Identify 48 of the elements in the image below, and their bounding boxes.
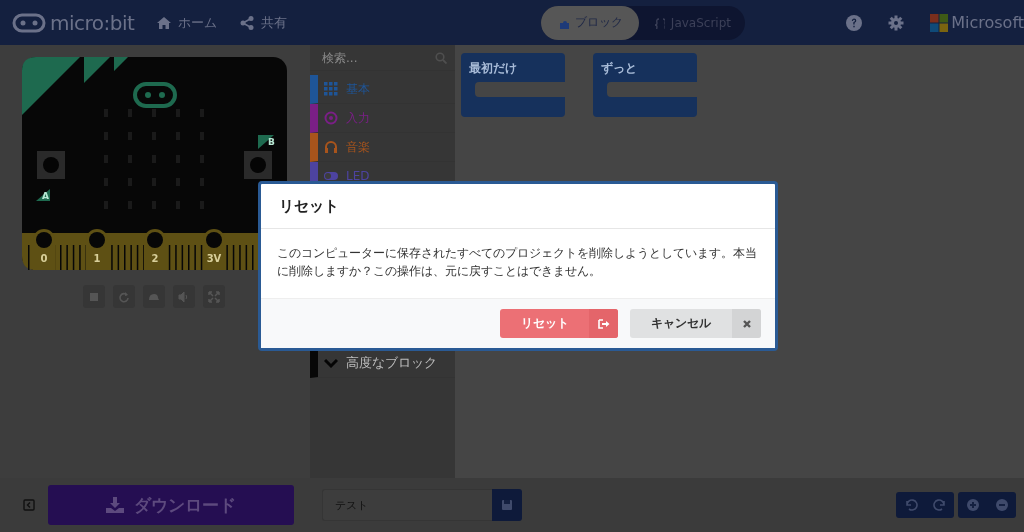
home-icon [156, 14, 173, 31]
cancel-button[interactable]: キャンセル [630, 309, 761, 338]
event-block[interactable]: 最初だけ [461, 53, 565, 117]
button-label: A [42, 191, 49, 201]
event-block[interactable]: ずっと [593, 53, 697, 117]
download-icon [106, 497, 124, 513]
fullscreen-icon [208, 290, 220, 303]
search-icon [435, 51, 447, 64]
pin-label: 1 [93, 253, 101, 264]
microsoft-link[interactable]: Microsoft [930, 13, 1024, 32]
braces-icon [652, 16, 665, 29]
save-button[interactable] [492, 489, 522, 521]
microbit-logo-icon [12, 12, 46, 33]
settings-icon[interactable] [888, 14, 905, 31]
speaker-button[interactable] [173, 285, 195, 308]
pin-label: 2 [151, 253, 159, 264]
stop-button[interactable] [83, 285, 105, 308]
save-icon [501, 499, 513, 511]
redo-icon [932, 498, 947, 512]
dialog-message: このコンピューターに保存されたすべてのプロジェクトを削除しようとしています。本当に削除しますか？この操作は、元に戻すことはできません。 [277, 245, 758, 280]
button-label: B [268, 137, 275, 147]
help-icon[interactable] [846, 14, 863, 31]
pin-label: 3V [206, 253, 222, 264]
zoom-in-icon [965, 498, 980, 512]
restart-icon [118, 290, 130, 303]
download-button[interactable]: ダウンロード [48, 485, 294, 525]
stop-icon [88, 290, 100, 303]
pin-label: 0 [40, 253, 48, 264]
slow-motion-button[interactable] [143, 285, 165, 308]
zoom-out-icon [994, 498, 1009, 512]
fullscreen-button[interactable] [203, 285, 225, 308]
undo-icon [903, 498, 918, 512]
search-field[interactable]: 検索... [320, 49, 435, 66]
close-icon [741, 318, 752, 329]
share-icon [239, 14, 256, 31]
reset-button[interactable]: リセット [500, 309, 618, 338]
speaker-icon [178, 290, 190, 303]
grid-icon [324, 81, 338, 97]
headphones-icon [324, 139, 338, 155]
sign-out-icon [597, 317, 610, 330]
logo[interactable]: micro:bit [12, 10, 135, 35]
collapse-icon [23, 499, 35, 511]
target-icon [324, 110, 338, 126]
restart-button[interactable] [113, 285, 135, 308]
home-link[interactable]: ホーム [156, 13, 218, 32]
share-link[interactable]: 共有 [239, 13, 288, 32]
dialog-title: リセット [279, 196, 339, 216]
windows-squares-icon [930, 13, 949, 32]
